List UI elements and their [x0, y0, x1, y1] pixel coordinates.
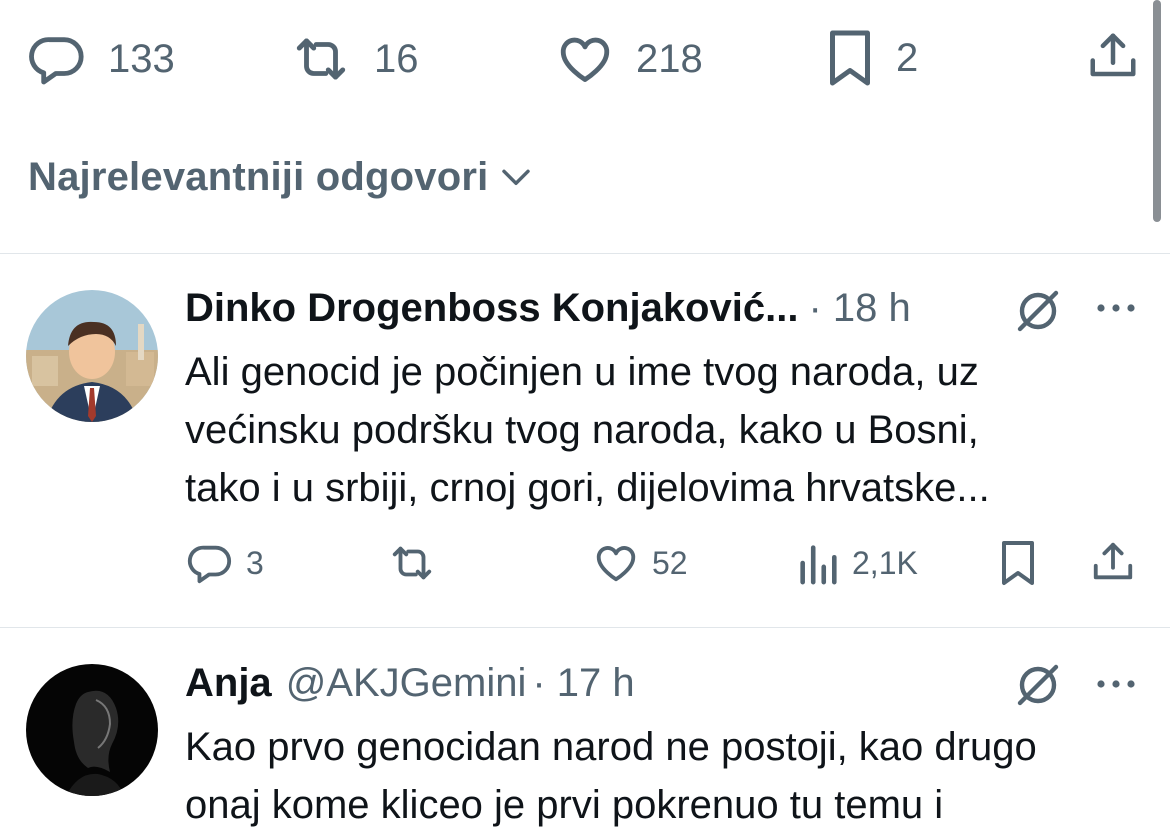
grok-icon[interactable]: [1012, 662, 1064, 708]
scrollbar[interactable]: [1153, 0, 1161, 222]
sort-selector[interactable]: Najrelevantniji odgovori: [28, 155, 532, 200]
bookmark-count: 2: [896, 35, 919, 80]
reply-action[interactable]: 133: [26, 30, 175, 88]
reply-count: 3: [246, 544, 264, 581]
avatar[interactable]: [26, 664, 158, 796]
repost-action[interactable]: 16: [288, 30, 419, 88]
like-icon: [554, 30, 616, 88]
repost-count: 16: [374, 36, 419, 81]
like-action[interactable]: 218: [554, 30, 703, 88]
views-action[interactable]: 2,1K: [796, 540, 918, 586]
divider: [0, 253, 1170, 254]
repost-icon: [386, 540, 438, 586]
reply-icon: [186, 540, 234, 586]
grok-icon[interactable]: [1012, 288, 1064, 334]
reply-text-line: Kao prvo genocidan narod ne postoji, kao…: [185, 725, 1037, 769]
display-name[interactable]: Dinko Drogenboss Konjaković...: [185, 286, 798, 331]
like-icon: [592, 540, 640, 586]
repost-icon: [288, 30, 354, 88]
share-icon: [1086, 28, 1140, 84]
reply-header: Dinko Drogenboss Konjaković... · 18 h: [185, 286, 911, 331]
share-action[interactable]: [1090, 538, 1136, 586]
bookmark-icon: [824, 28, 876, 88]
share-icon: [1090, 538, 1136, 586]
views-count: 2,1K: [852, 544, 918, 581]
reply-action[interactable]: 3: [186, 540, 264, 586]
like-count: 218: [636, 36, 703, 81]
bookmark-action[interactable]: 2: [824, 28, 918, 88]
chevron-down-icon: [500, 166, 532, 190]
more-icon[interactable]: [1094, 300, 1138, 316]
avatar[interactable]: [26, 290, 158, 422]
reply-text: Ali genocid je počinjen u ime tvog narod…: [185, 343, 1145, 517]
timestamp[interactable]: · 18 h: [808, 286, 910, 331]
reply-header: Anja @AKJGemini · 17 h: [185, 661, 635, 706]
reply-count: 133: [108, 36, 175, 81]
like-action[interactable]: 52: [592, 540, 688, 586]
divider: [0, 627, 1170, 628]
display-name[interactable]: Anja: [185, 661, 272, 706]
repost-action[interactable]: [386, 540, 438, 586]
views-icon: [796, 540, 840, 586]
handle[interactable]: @AKJGemini: [286, 661, 527, 706]
sort-label: Najrelevantniji odgovori: [28, 155, 489, 199]
reply-text-line: onaj kome kliceo je prvi pokrenuo tu tem…: [185, 783, 944, 827]
reply-text-line: Ali genocid je počinjen u ime tvog narod…: [185, 350, 979, 394]
like-count: 52: [652, 544, 688, 581]
reply-text-line: tako i u srbiji, crnoj gori, dijelovima …: [185, 466, 990, 510]
timestamp[interactable]: · 17 h: [532, 661, 634, 706]
reply-text-line: većinsku podršku tvog naroda, kako u Bos…: [185, 408, 979, 452]
reply-icon: [26, 30, 88, 88]
reply-text: Kao prvo genocidan narod ne postoji, kao…: [185, 718, 1160, 834]
share-action[interactable]: [1086, 28, 1140, 84]
bookmark-icon: [998, 538, 1038, 588]
bookmark-action[interactable]: [998, 538, 1038, 588]
more-icon[interactable]: [1094, 676, 1138, 692]
